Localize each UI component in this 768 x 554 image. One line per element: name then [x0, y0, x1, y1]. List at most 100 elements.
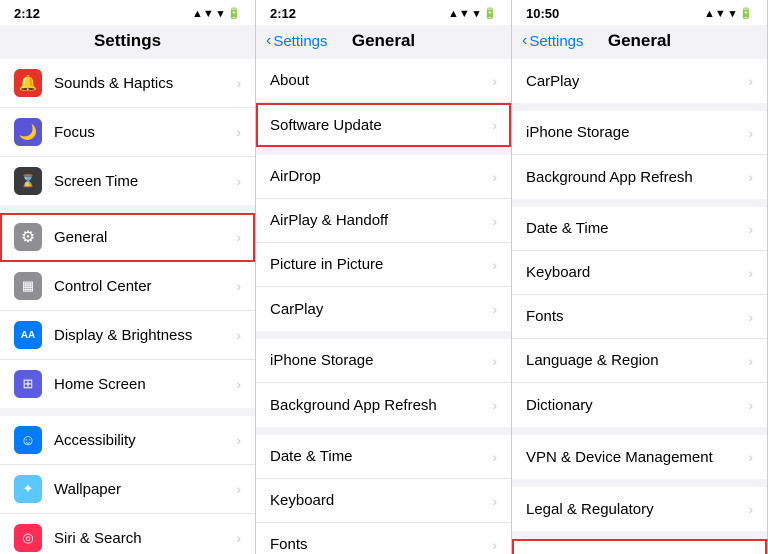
dictionary2-chevron: › [748, 397, 753, 413]
backgroundapp-chevron: › [492, 397, 497, 413]
legal-chevron: › [748, 501, 753, 517]
spacer-p3-1 [512, 103, 767, 111]
row-backgroundapp[interactable]: Background App Refresh › [256, 383, 511, 427]
spacer-2 [0, 408, 255, 416]
sounds-icon: 🔔 [14, 69, 42, 97]
row-airplay[interactable]: AirPlay & Handoff › [256, 199, 511, 243]
keyboard2-chevron: › [748, 265, 753, 281]
row-accessibility[interactable]: ☺ Accessibility › [0, 416, 255, 465]
accessibility-chevron: › [236, 432, 241, 448]
spacer-p3-5 [512, 531, 767, 539]
general-label: General [54, 229, 236, 246]
status-bar-1: 2:12 ▲▼ ▾ 🔋 [0, 0, 255, 25]
status-icons-2: ▲▼ ▾ 🔋 [448, 7, 497, 20]
about-chevron: › [492, 73, 497, 89]
general-icon: ⚙ [14, 223, 42, 251]
carplay-label: CarPlay [270, 301, 492, 318]
language2-label: Language & Region [526, 352, 748, 369]
homescreen-chevron: › [236, 376, 241, 392]
row-general[interactable]: ⚙ General › [0, 213, 255, 262]
row-airdrop[interactable]: AirDrop › [256, 155, 511, 199]
back-label-2: Settings [273, 33, 327, 50]
row-softwareupdate[interactable]: Software Update › [256, 103, 511, 147]
row-keyboard2[interactable]: Keyboard › [512, 251, 767, 295]
wallpaper-icon: ✦ [14, 475, 42, 503]
nav-header-2: ‹ Settings General [256, 25, 511, 59]
time-3: 10:50 [526, 6, 559, 21]
fonts2-chevron: › [748, 309, 753, 325]
row-pip[interactable]: Picture in Picture › [256, 243, 511, 287]
general-list-2: About › Software Update › AirDrop › AirP… [256, 59, 511, 554]
display-icon: AA [14, 321, 42, 349]
about-label: About [270, 72, 492, 89]
back-label-3: Settings [529, 33, 583, 50]
vpn-chevron: › [748, 449, 753, 465]
row-about[interactable]: About › [256, 59, 511, 103]
datetime2-label: Date & Time [526, 220, 748, 237]
back-chevron-2: ‹ [266, 32, 271, 50]
siri-label: Siri & Search [54, 530, 236, 547]
group-carplay2: CarPlay › [512, 59, 767, 103]
row-legal[interactable]: Legal & Regulatory › [512, 487, 767, 531]
airplay-label: AirPlay & Handoff [270, 212, 492, 229]
row-iphonestorage[interactable]: iPhone Storage › [256, 339, 511, 383]
display-label: Display & Brightness [54, 327, 236, 344]
nav-header-3: ‹ Settings General [512, 25, 767, 59]
row-language2[interactable]: Language & Region › [512, 339, 767, 383]
carplay2-chevron: › [748, 73, 753, 89]
signal-icon-3: ▲▼ [704, 8, 726, 20]
row-homescreen[interactable]: ⊞ Home Screen › [0, 360, 255, 408]
nav-header-1: Settings [0, 25, 255, 59]
row-datetime2[interactable]: Date & Time › [512, 207, 767, 251]
controlcenter-label: Control Center [54, 278, 236, 295]
status-bar-2: 2:12 ▲▼ ▾ 🔋 [256, 0, 511, 25]
group-storage2: iPhone Storage › Background App Refresh … [512, 111, 767, 199]
fonts-label: Fonts [270, 536, 492, 553]
row-backgroundapp2[interactable]: Background App Refresh › [512, 155, 767, 199]
keyboard-chevron: › [492, 493, 497, 509]
row-wallpaper[interactable]: ✦ Wallpaper › [0, 465, 255, 514]
backgroundapp2-chevron: › [748, 169, 753, 185]
row-focus[interactable]: 🌙 Focus › [0, 108, 255, 157]
row-datetime[interactable]: Date & Time › [256, 435, 511, 479]
back-button-3[interactable]: ‹ Settings [522, 32, 584, 50]
row-fonts2[interactable]: Fonts › [512, 295, 767, 339]
wallpaper-chevron: › [236, 481, 241, 497]
sounds-chevron: › [236, 75, 241, 91]
row-fonts[interactable]: Fonts › [256, 523, 511, 554]
homescreen-icon: ⊞ [14, 370, 42, 398]
spacer-p2-1 [256, 147, 511, 155]
group-sounds: 🔔 Sounds & Haptics › 🌙 Focus › ⌛ Screen … [0, 59, 255, 205]
spacer-p3-3 [512, 427, 767, 435]
row-display[interactable]: AA Display & Brightness › [0, 311, 255, 360]
settings-list-1: 🔔 Sounds & Haptics › 🌙 Focus › ⌛ Screen … [0, 59, 255, 554]
row-sounds[interactable]: 🔔 Sounds & Haptics › [0, 59, 255, 108]
row-transfer[interactable]: Transfer or Reset iPhone › [512, 539, 767, 554]
keyboard2-label: Keyboard [526, 264, 748, 281]
iphonestorage-chevron: › [492, 353, 497, 369]
row-siri[interactable]: ◎ Siri & Search › [0, 514, 255, 554]
row-carplay[interactable]: CarPlay › [256, 287, 511, 331]
screentime-label: Screen Time [54, 173, 236, 190]
back-button-2[interactable]: ‹ Settings [266, 32, 328, 50]
row-keyboard[interactable]: Keyboard › [256, 479, 511, 523]
row-screentime[interactable]: ⌛ Screen Time › [0, 157, 255, 205]
datetime-label: Date & Time [270, 448, 492, 465]
iphonestorage-label: iPhone Storage [270, 352, 492, 369]
row-vpn[interactable]: VPN & Device Management › [512, 435, 767, 479]
sounds-label: Sounds & Haptics [54, 75, 236, 92]
iphonestorage2-chevron: › [748, 125, 753, 141]
homescreen-label: Home Screen [54, 376, 236, 393]
focus-label: Focus [54, 124, 236, 141]
controlcenter-chevron: › [236, 278, 241, 294]
settings-title: Settings [94, 31, 161, 51]
row-carplay2[interactable]: CarPlay › [512, 59, 767, 103]
fonts-chevron: › [492, 537, 497, 553]
row-controlcenter[interactable]: ▦ Control Center › [0, 262, 255, 311]
general-list-3: CarPlay › iPhone Storage › Background Ap… [512, 59, 767, 554]
carplay-chevron: › [492, 301, 497, 317]
group-transfer: Transfer or Reset iPhone › [512, 539, 767, 554]
row-dictionary2[interactable]: Dictionary › [512, 383, 767, 427]
battery-icon-3: 🔋 [739, 7, 753, 20]
row-iphonestorage2[interactable]: iPhone Storage › [512, 111, 767, 155]
